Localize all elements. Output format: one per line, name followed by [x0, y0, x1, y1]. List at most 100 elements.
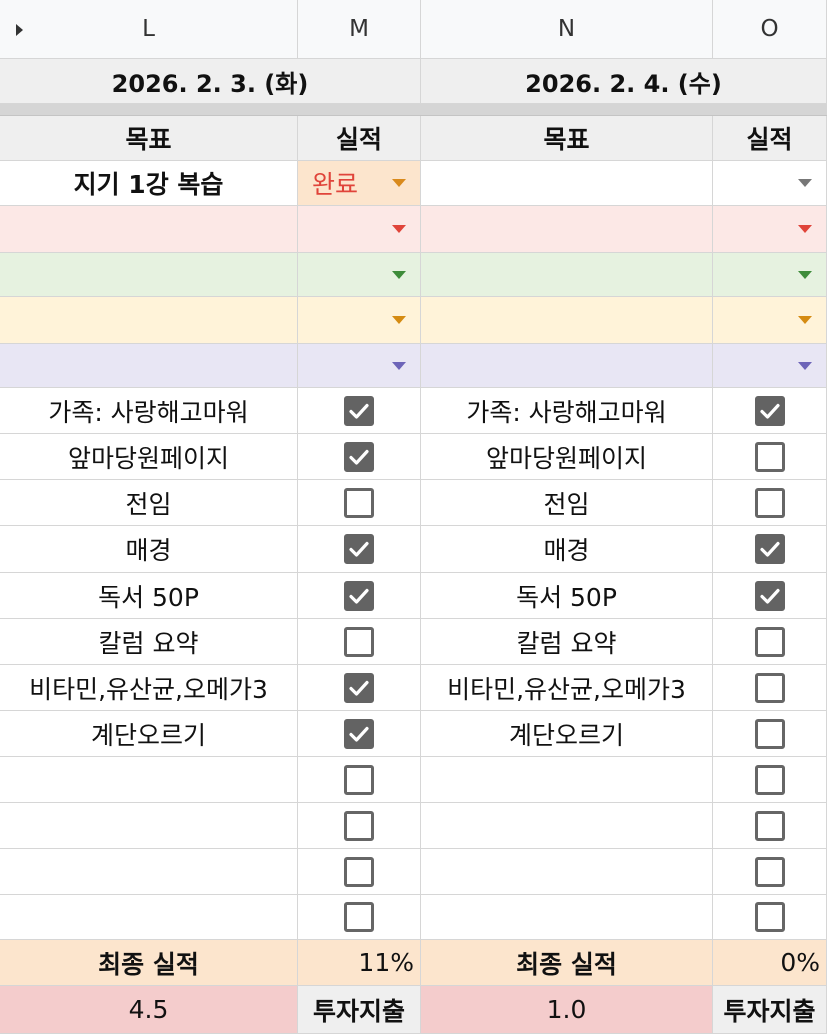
column-header-M[interactable]: M [298, 0, 421, 59]
habit-checkbox[interactable] [754, 580, 785, 611]
dropdown-arrow-icon[interactable] [392, 316, 406, 324]
habit-checkbox[interactable] [754, 856, 785, 887]
header-text: 목표 [543, 125, 590, 154]
day2-goal-header[interactable]: 목표 [421, 116, 713, 161]
day1-habit-label[interactable]: 비타민,유산균,오메가3 [0, 665, 298, 711]
day1-invest-cell[interactable]: 투자지출 [298, 986, 421, 1034]
day1-score[interactable]: 4.5 [0, 986, 298, 1034]
day1-habit-label[interactable]: 칼럼 요약 [0, 619, 298, 665]
habit-checkbox[interactable] [754, 487, 785, 518]
goal-cell-green[interactable] [0, 253, 298, 297]
habit-checkbox[interactable] [754, 441, 785, 472]
dropdown-arrow-icon[interactable] [392, 225, 406, 233]
expand-triangle-icon[interactable] [16, 24, 23, 36]
day2-habit-label[interactable]: 앞마당원페이지 [421, 434, 713, 480]
column-header-L[interactable]: L [0, 0, 298, 59]
habit-checkbox[interactable] [754, 764, 785, 795]
day1-habit-label[interactable]: 독서 50P [0, 573, 298, 619]
habit-checkbox[interactable] [754, 718, 785, 749]
column-header-O[interactable]: O [713, 0, 827, 59]
dropdown-arrow-icon[interactable] [798, 361, 812, 370]
checkmark-icon [759, 541, 780, 557]
status-dropdown-red[interactable] [713, 206, 827, 253]
habit-checkbox[interactable] [344, 580, 374, 611]
habit-checkbox[interactable] [344, 487, 374, 518]
day1-habit-label[interactable]: 가족: 사랑해고마워 [0, 388, 298, 434]
day1-habit-label[interactable]: 계단오르기 [0, 711, 298, 757]
dropdown-arrow-icon[interactable] [798, 225, 812, 233]
habit-checkbox[interactable] [344, 395, 374, 426]
day2-habit-label[interactable]: 전임 [421, 480, 713, 526]
dropdown-arrow-icon[interactable] [392, 179, 406, 187]
status-dropdown-yellow[interactable] [713, 297, 827, 344]
day2-main-status-dropdown[interactable] [713, 161, 827, 206]
goal-cell-purple[interactable] [421, 344, 713, 388]
day1-habit-label[interactable] [0, 849, 298, 895]
goal-cell-yellow[interactable] [421, 297, 713, 344]
habit-checkbox[interactable] [344, 718, 374, 749]
day1-main-status-dropdown[interactable]: 완료 [298, 161, 421, 206]
dropdown-arrow-icon[interactable] [392, 361, 406, 370]
column-header-N[interactable]: N [421, 0, 713, 59]
day1-habit-label[interactable]: 매경 [0, 526, 298, 573]
habit-checkbox[interactable] [344, 856, 374, 887]
status-dropdown-green[interactable] [713, 253, 827, 297]
goal-cell-green[interactable] [421, 253, 713, 297]
day2-habit-label[interactable] [421, 803, 713, 849]
day1-final-value[interactable]: 11% [298, 940, 421, 986]
habit-checkbox[interactable] [754, 810, 785, 841]
day2-habit-label[interactable] [421, 757, 713, 803]
goal-cell-yellow[interactable] [0, 297, 298, 344]
dropdown-arrow-icon[interactable] [798, 316, 812, 324]
habit-checkbox[interactable] [754, 626, 785, 657]
day1-date[interactable]: 2026. 2. 3. (화) [0, 59, 421, 104]
status-dropdown-yellow[interactable] [298, 297, 421, 344]
goal-cell-red[interactable] [0, 206, 298, 253]
habit-checkbox[interactable] [754, 902, 785, 932]
dropdown-arrow-icon[interactable] [392, 270, 406, 279]
day2-habit-label[interactable]: 계단오르기 [421, 711, 713, 757]
status-dropdown-red[interactable] [298, 206, 421, 253]
habit-checkbox[interactable] [754, 672, 785, 703]
day2-final-value[interactable]: 0% [713, 940, 827, 986]
day2-habit-label[interactable] [421, 849, 713, 895]
habit-checkbox[interactable] [344, 902, 374, 932]
day2-score[interactable]: 1.0 [421, 986, 713, 1034]
day1-habit-label[interactable] [0, 757, 298, 803]
day2-habit-label[interactable]: 매경 [421, 526, 713, 573]
habit-checkbox[interactable] [344, 764, 374, 795]
goal-cell-red[interactable] [421, 206, 713, 253]
habit-checkbox[interactable] [344, 534, 374, 564]
day2-main-goal[interactable] [421, 161, 713, 206]
day1-habit-label[interactable] [0, 803, 298, 849]
dropdown-arrow-icon[interactable] [798, 179, 812, 187]
day1-result-header[interactable]: 실적 [298, 116, 421, 161]
day2-final-label[interactable]: 최종 실적 [421, 940, 713, 986]
day2-habit-label[interactable]: 칼럼 요약 [421, 619, 713, 665]
day1-habit-label[interactable]: 앞마당원페이지 [0, 434, 298, 480]
day2-date[interactable]: 2026. 2. 4. (수) [421, 59, 827, 104]
habit-checkbox[interactable] [754, 395, 785, 426]
day1-main-goal[interactable]: 지기 1강 복습 [0, 161, 298, 206]
day2-invest-cell[interactable]: 투자지출 [713, 986, 827, 1034]
day1-habit-label[interactable]: 전임 [0, 480, 298, 526]
day2-habit-label[interactable]: 독서 50P [421, 573, 713, 619]
habit-checkbox[interactable] [344, 626, 374, 657]
habit-checkbox[interactable] [344, 672, 374, 703]
day2-habit-label[interactable] [421, 895, 713, 940]
habit-checkbox[interactable] [344, 441, 374, 472]
habit-checkbox[interactable] [344, 810, 374, 841]
status-dropdown-green[interactable] [298, 253, 421, 297]
day2-habit-label[interactable]: 가족: 사랑해고마워 [421, 388, 713, 434]
frozen-row-divider[interactable] [0, 104, 827, 116]
goal-cell-purple[interactable] [0, 344, 298, 388]
dropdown-arrow-icon[interactable] [798, 270, 812, 279]
status-dropdown-purple[interactable] [713, 344, 827, 388]
status-dropdown-purple[interactable] [298, 344, 421, 388]
day1-goal-header[interactable]: 목표 [0, 116, 298, 161]
day2-result-header[interactable]: 실적 [713, 116, 827, 161]
day2-habit-label[interactable]: 비타민,유산균,오메가3 [421, 665, 713, 711]
habit-checkbox[interactable] [754, 534, 785, 564]
day1-habit-label[interactable] [0, 895, 298, 940]
day1-final-label[interactable]: 최종 실적 [0, 940, 298, 986]
